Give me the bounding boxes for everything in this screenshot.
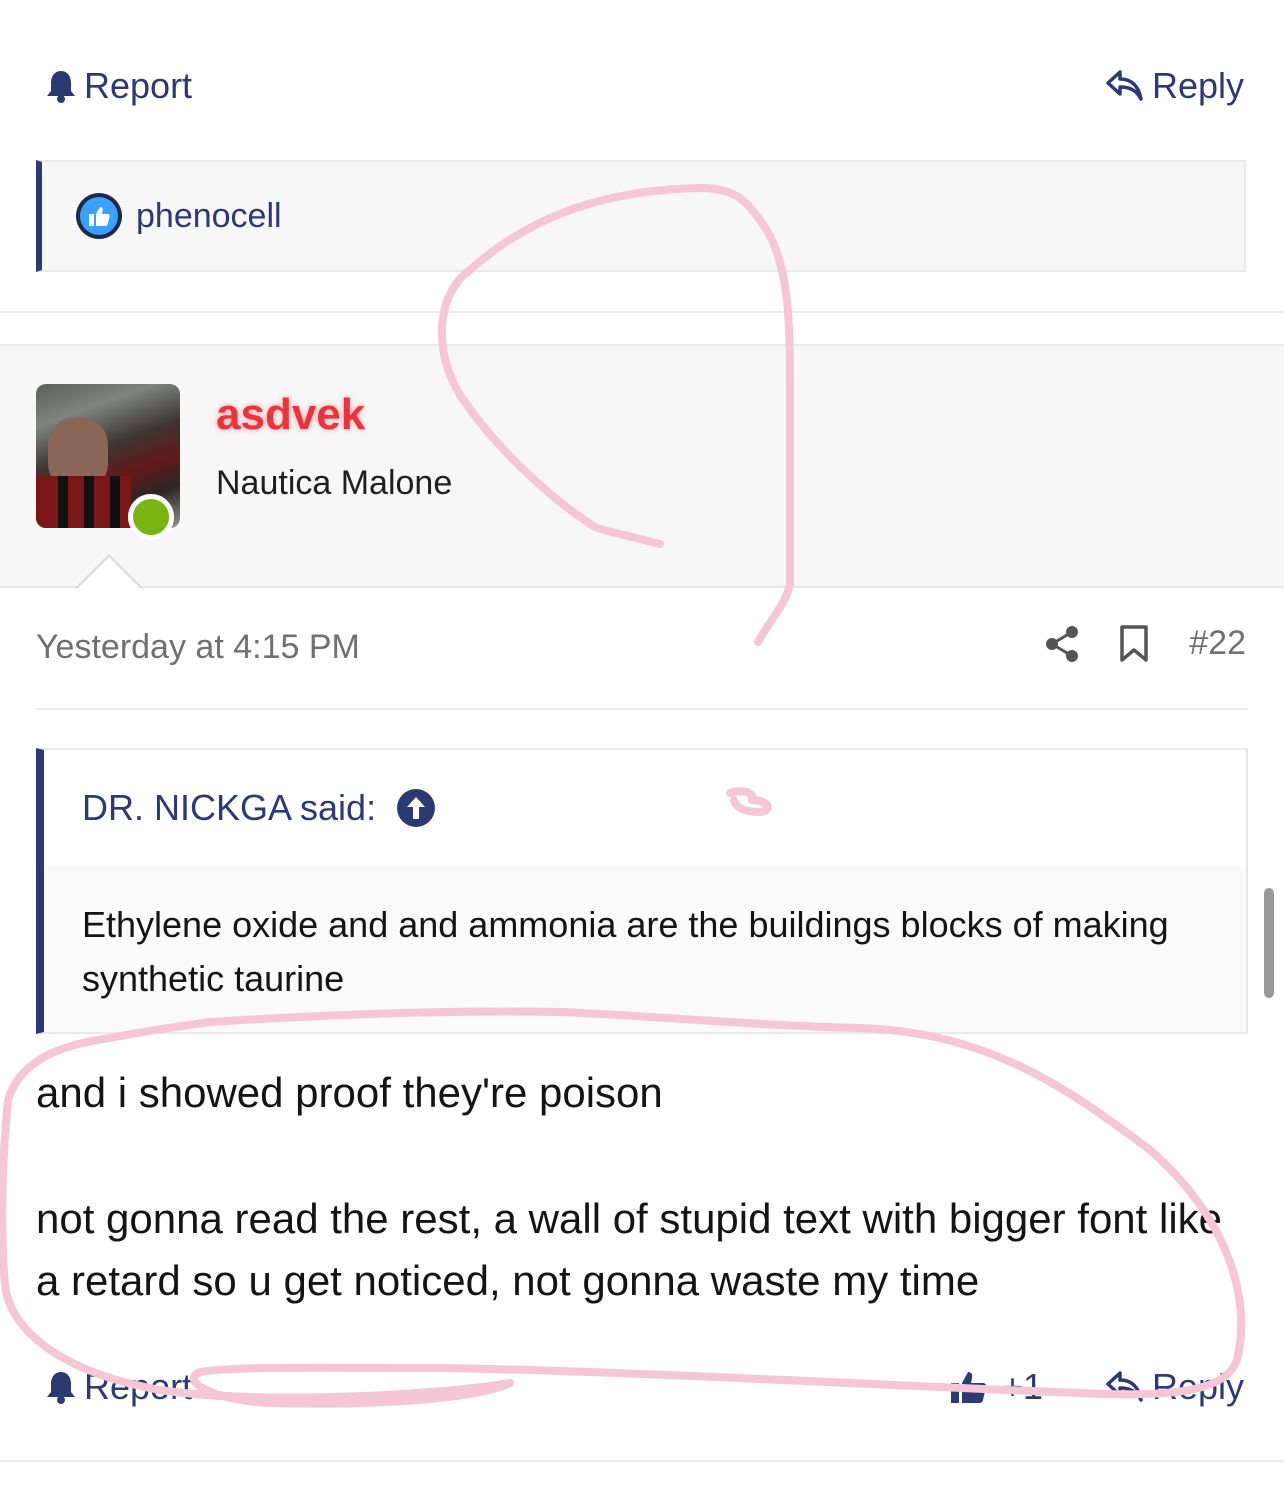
- post-paragraph: not gonna read the rest, a wall of stupi…: [36, 1195, 1223, 1304]
- quote-text: Ethylene oxide and and ammonia are the b…: [82, 904, 1169, 999]
- username[interactable]: asdvek: [216, 390, 365, 440]
- reactions-bar[interactable]: phenocell: [36, 160, 1246, 272]
- post-meta: Yesterday at 4:15 PM #22: [36, 620, 1246, 676]
- post-paragraph: and i showed proof they're poison: [36, 1069, 663, 1116]
- quote-author[interactable]: DR. NICKGA said:: [82, 787, 376, 829]
- post-timestamp[interactable]: Yesterday at 4:15 PM: [36, 628, 360, 667]
- reply-arrow-icon: [1106, 1371, 1143, 1402]
- post-number[interactable]: #22: [1189, 624, 1246, 663]
- bell-icon: [47, 71, 75, 103]
- online-status-indicator: [128, 494, 174, 540]
- thumbs-up-icon: [951, 1372, 987, 1403]
- reply-label: Reply: [1151, 1366, 1244, 1407]
- user-title: Nautica Malone: [216, 464, 453, 502]
- scrollbar[interactable]: [1264, 888, 1274, 998]
- post-body: and i showed proof they're poison not go…: [36, 1062, 1256, 1312]
- divider: [0, 311, 1284, 313]
- report-button[interactable]: Report: [46, 65, 192, 107]
- reaction-users[interactable]: phenocell: [136, 197, 282, 236]
- like-icon: [76, 193, 122, 239]
- bookmark-icon[interactable]: [1119, 624, 1149, 663]
- report-label: Report: [84, 1366, 193, 1407]
- previous-post-actions: Report Reply: [0, 55, 1284, 125]
- post-actions: Report +1 Reply: [0, 1358, 1284, 1418]
- reply-button[interactable]: Reply: [1106, 1366, 1244, 1408]
- bell-icon: [47, 1372, 75, 1404]
- like-button[interactable]: +1: [950, 1366, 1043, 1408]
- reply-label: Reply: [1151, 65, 1244, 106]
- jump-to-quote-icon[interactable]: [396, 788, 436, 828]
- divider: [36, 708, 1248, 710]
- reply-button[interactable]: Reply: [1106, 65, 1244, 107]
- post-author-block: asdvek Nautica Malone: [0, 344, 1284, 588]
- report-label: Report: [84, 65, 193, 106]
- like-count: +1: [1002, 1366, 1044, 1407]
- report-button[interactable]: Report: [46, 1366, 192, 1408]
- reply-arrow-icon: [1106, 70, 1143, 101]
- share-icon[interactable]: [1045, 625, 1079, 663]
- divider: [0, 1460, 1284, 1462]
- quote-block: DR. NICKGA said: Ethylene oxide and and …: [36, 748, 1248, 1034]
